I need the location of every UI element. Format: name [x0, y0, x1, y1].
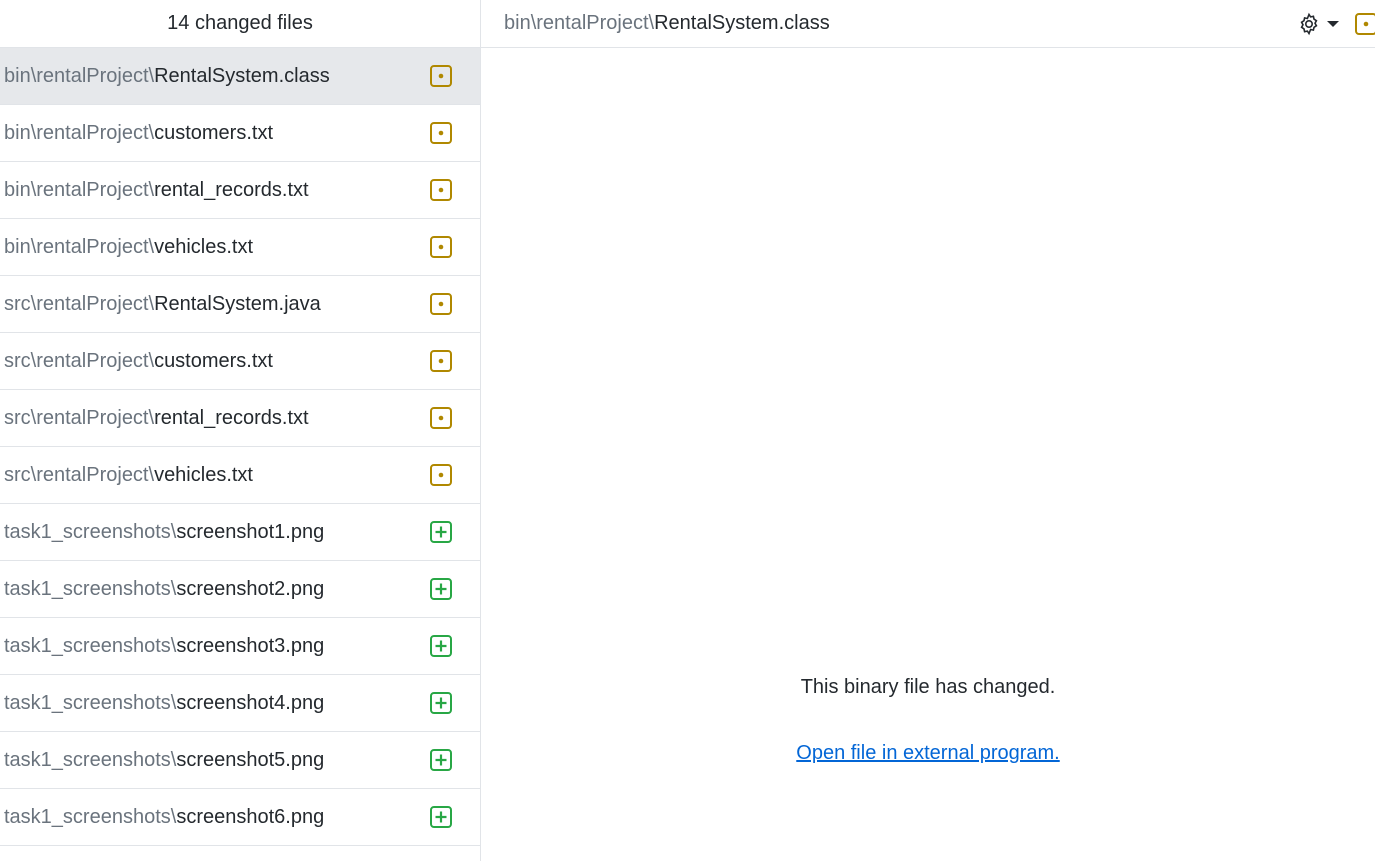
- file-name: vehicles.txt: [154, 463, 253, 486]
- file-dir: src\rentalProject\: [4, 406, 155, 429]
- file-name: customers.txt: [154, 121, 273, 144]
- changed-files-panel: 14 changed files bin\rentalProject\Renta…: [0, 0, 481, 861]
- file-modified-icon: [430, 350, 452, 372]
- file-row[interactable]: task1_screenshots\screenshot6.png: [0, 789, 480, 846]
- changed-files-list: bin\rentalProject\RentalSystem.class bin\…: [0, 48, 480, 846]
- file-dir: task1_screenshots\: [4, 748, 177, 771]
- file-path: task1_screenshots\screenshot1.png: [4, 521, 324, 544]
- file-name: customers.txt: [154, 349, 273, 372]
- file-row[interactable]: task1_screenshots\screenshot3.png: [0, 618, 480, 675]
- file-path: task1_screenshots\screenshot3.png: [4, 635, 324, 658]
- file-name: screenshot6.png: [176, 805, 325, 828]
- file-modified-icon: [430, 179, 452, 201]
- file-path: src\rentalProject\RentalSystem.java: [4, 293, 321, 316]
- diff-header: bin\rentalProject\RentalSystem.class: [481, 0, 1375, 48]
- file-path: bin\rentalProject\customers.txt: [4, 122, 273, 145]
- file-name: screenshot4.png: [176, 691, 325, 714]
- file-name: rental_records.txt: [154, 178, 309, 201]
- diff-file-name: RentalSystem.class: [654, 12, 830, 34]
- chevron-down-icon: [1327, 20, 1339, 27]
- file-dir: src\rentalProject\: [4, 349, 155, 372]
- file-name: vehicles.txt: [154, 235, 254, 258]
- file-name: screenshot2.png: [176, 577, 325, 600]
- file-dir: task1_screenshots\: [4, 805, 177, 828]
- file-name: rental_records.txt: [154, 406, 309, 429]
- file-row[interactable]: src\rentalProject\customers.txt: [0, 333, 480, 390]
- file-name: screenshot5.png: [176, 748, 325, 771]
- file-dir: task1_screenshots\: [4, 634, 177, 657]
- file-row[interactable]: src\rentalProject\RentalSystem.java: [0, 276, 480, 333]
- file-name: RentalSystem.class: [154, 64, 330, 87]
- file-modified-icon: [430, 122, 452, 144]
- file-modified-icon: [430, 65, 452, 87]
- changed-files-count: 14 changed files: [167, 12, 313, 34]
- file-path: src\rentalProject\vehicles.txt: [4, 464, 253, 487]
- file-dir: src\rentalProject\: [4, 292, 155, 315]
- file-dir: bin\rentalProject\: [4, 235, 155, 258]
- file-row[interactable]: task1_screenshots\screenshot4.png: [0, 675, 480, 732]
- file-path: task1_screenshots\screenshot6.png: [4, 806, 324, 829]
- file-added-icon: [430, 578, 452, 600]
- file-added-icon: [430, 521, 452, 543]
- binary-changed-message: This binary file has changed.: [800, 676, 1056, 698]
- file-row[interactable]: src\rentalProject\rental_records.txt: [0, 390, 480, 447]
- file-path: task1_screenshots\screenshot5.png: [4, 749, 324, 772]
- file-row[interactable]: src\rentalProject\vehicles.txt: [0, 447, 480, 504]
- file-modified-icon: [430, 293, 452, 315]
- diff-file-dir: bin\rentalProject\: [504, 12, 655, 34]
- file-path: src\rentalProject\customers.txt: [4, 350, 273, 373]
- file-row[interactable]: task1_screenshots\screenshot2.png: [0, 561, 480, 618]
- file-added-icon: [430, 635, 452, 657]
- file-dir: bin\rentalProject\: [4, 64, 155, 87]
- file-added-icon: [430, 806, 452, 828]
- file-name: RentalSystem.java: [154, 292, 321, 315]
- file-dir: task1_screenshots\: [4, 520, 177, 543]
- file-row[interactable]: task1_screenshots\screenshot1.png: [0, 504, 480, 561]
- file-path: task1_screenshots\screenshot2.png: [4, 578, 324, 601]
- file-row[interactable]: bin\rentalProject\customers.txt: [0, 105, 480, 162]
- file-row[interactable]: bin\rentalProject\rental_records.txt: [0, 162, 480, 219]
- gear-icon: [1300, 12, 1318, 35]
- file-dir: src\rentalProject\: [4, 463, 155, 486]
- file-name: screenshot1.png: [176, 520, 325, 543]
- file-modified-icon: [430, 464, 452, 486]
- file-added-icon: [430, 749, 452, 771]
- file-modified-icon: [430, 236, 452, 258]
- file-dir: bin\rentalProject\: [4, 121, 155, 144]
- file-path: task1_screenshots\screenshot4.png: [4, 692, 324, 715]
- file-row[interactable]: task1_screenshots\screenshot5.png: [0, 732, 480, 789]
- diff-header-tools: [1297, 0, 1375, 47]
- file-row[interactable]: bin\rentalProject\RentalSystem.class: [0, 48, 480, 105]
- file-path: bin\rentalProject\RentalSystem.class: [4, 65, 330, 88]
- file-dir: task1_screenshots\: [4, 691, 177, 714]
- changed-files-header: 14 changed files: [0, 0, 480, 48]
- file-path: src\rentalProject\rental_records.txt: [4, 407, 309, 430]
- diff-file-path: bin\rentalProject\RentalSystem.class: [504, 12, 830, 35]
- diff-settings-button[interactable]: [1297, 12, 1339, 36]
- open-external-link[interactable]: Open file in external program.: [796, 742, 1059, 764]
- file-dir: bin\rentalProject\: [4, 178, 155, 201]
- file-added-icon: [430, 692, 452, 714]
- file-name: screenshot3.png: [176, 634, 325, 657]
- file-row[interactable]: bin\rentalProject\vehicles.txt: [0, 219, 480, 276]
- file-dir: task1_screenshots\: [4, 577, 177, 600]
- file-path: bin\rentalProject\vehicles.txt: [4, 236, 253, 259]
- file-path: bin\rentalProject\rental_records.txt: [4, 179, 309, 202]
- file-modified-icon: [430, 407, 452, 429]
- file-modified-icon: [1355, 12, 1375, 35]
